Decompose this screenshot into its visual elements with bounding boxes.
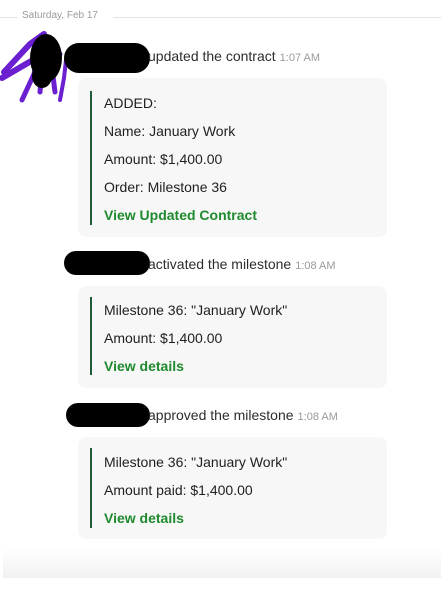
event-header: activated the milestone 1:08 AM bbox=[148, 256, 336, 272]
view-details-link[interactable]: View details bbox=[104, 358, 184, 374]
redacted-name bbox=[66, 403, 150, 427]
card-line: Order: Milestone 36 bbox=[104, 179, 227, 195]
quote-bar bbox=[90, 297, 92, 375]
event-timestamp: 1:08 AM bbox=[297, 411, 338, 423]
redacted-name bbox=[64, 43, 150, 73]
card-line: Amount: $1,400.00 bbox=[104, 330, 223, 346]
card-line: Amount paid: $1,400.00 bbox=[104, 482, 253, 498]
chat-thread: Saturday, Feb 17 updated the contract 1:0… bbox=[0, 0, 441, 593]
composer-shadow bbox=[3, 548, 441, 578]
view-details-link[interactable]: View details bbox=[104, 510, 184, 526]
redacted-name bbox=[64, 251, 150, 275]
view-updated-contract-link[interactable]: View Updated Contract bbox=[104, 207, 257, 223]
event-header: updated the contract 1:07 AM bbox=[148, 48, 320, 64]
quote-bar bbox=[90, 91, 92, 225]
card-line: Milestone 36: "January Work" bbox=[104, 454, 288, 470]
date-divider: Saturday, Feb 17 bbox=[0, 8, 441, 26]
event-timestamp: 1:07 AM bbox=[279, 52, 321, 64]
date-label: Saturday, Feb 17 bbox=[22, 10, 98, 21]
card-line: Name: January Work bbox=[104, 123, 236, 139]
event-header: approved the milestone 1:08 AM bbox=[148, 407, 338, 423]
event-card: Milestone 36: "January Work" Amount: $1,… bbox=[78, 286, 387, 388]
divider-line bbox=[113, 17, 441, 18]
avatar-redaction-icon bbox=[0, 31, 68, 103]
avatar[interactable] bbox=[0, 30, 75, 105]
card-line: Amount: $1,400.00 bbox=[104, 151, 223, 167]
event-card: Milestone 36: "January Work" Amount paid… bbox=[78, 437, 387, 539]
event-action: updated the contract bbox=[148, 48, 276, 64]
event-timestamp: 1:08 AM bbox=[295, 260, 336, 272]
event-action: approved the milestone bbox=[148, 407, 294, 423]
divider-line bbox=[0, 17, 18, 18]
event-card: ADDED: Name: January Work Amount: $1,400… bbox=[78, 78, 387, 237]
event-action: activated the milestone bbox=[148, 256, 292, 272]
card-line: ADDED: bbox=[104, 95, 157, 111]
quote-bar bbox=[90, 448, 92, 528]
card-line: Milestone 36: "January Work" bbox=[104, 302, 288, 318]
